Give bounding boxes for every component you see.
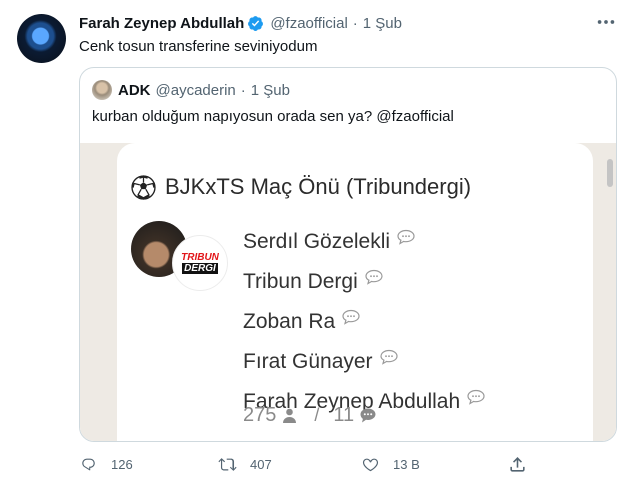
reply-icon bbox=[82, 458, 95, 471]
participant-row: Fırat Günayer bbox=[243, 342, 486, 382]
retweet-button[interactable]: 407 bbox=[218, 455, 272, 474]
author-display-name[interactable]: Farah Zeynep Abdullah bbox=[79, 15, 244, 32]
listener-count: 275 bbox=[243, 404, 277, 426]
retweet-count: 407 bbox=[250, 457, 272, 472]
participant-name: Serdıl Gözelekli bbox=[243, 230, 391, 253]
tweet-header: Farah Zeynep Abdullah @fzaofficial · 1 Ş… bbox=[79, 13, 402, 33]
person-icon bbox=[283, 408, 297, 423]
stats-separator: / bbox=[314, 405, 320, 425]
like-count: 13 B bbox=[393, 457, 420, 472]
scrollbar-thumb[interactable] bbox=[607, 159, 613, 187]
speech-bubble-icon bbox=[379, 349, 398, 365]
like-button[interactable]: 13 B bbox=[361, 455, 420, 474]
logo-text-line1: TRIBUN bbox=[181, 251, 219, 263]
more-options-icon[interactable] bbox=[595, 11, 617, 33]
tribun-dergi-logo: TRIBUN DERGI bbox=[172, 235, 228, 291]
participant-name: Tribun Dergi bbox=[243, 270, 358, 293]
quoted-media-image[interactable]: BJKxTS Maç Önü (Tribundergi) TRIBUN DERG… bbox=[80, 143, 616, 441]
quoted-tweet-text: kurban olduğum napıyosun orada sen ya? @… bbox=[92, 108, 454, 125]
participant-row: Zoban Ra bbox=[243, 302, 486, 342]
tweet-timestamp[interactable]: 1 Şub bbox=[363, 15, 402, 32]
soccer-ball-icon bbox=[131, 174, 156, 200]
space-title: BJKxTS Maç Önü (Tribundergi) bbox=[131, 174, 471, 200]
space-card: BJKxTS Maç Önü (Tribundergi) TRIBUN DERG… bbox=[117, 143, 593, 441]
space-title-text: BJKxTS Maç Önü (Tribundergi) bbox=[165, 174, 472, 199]
quoted-tweet[interactable]: ADK @aycaderin · 1 Şub kurban olduğum na… bbox=[79, 67, 617, 442]
speech-bubble-icon bbox=[467, 389, 485, 405]
space-stats: 275 / 11 bbox=[243, 404, 377, 427]
quoted-author-avatar bbox=[92, 80, 112, 100]
speech-bubble-icon bbox=[365, 269, 383, 285]
header-separator: · bbox=[352, 14, 358, 32]
heart-icon bbox=[362, 458, 379, 472]
quoted-header-separator: · bbox=[240, 81, 246, 99]
quoted-tweet-header: ADK @aycaderin · 1 Şub bbox=[92, 80, 290, 100]
reply-count: 126 bbox=[111, 457, 133, 472]
logo-text-line2: DERGI bbox=[182, 262, 218, 274]
share-icon bbox=[510, 457, 525, 472]
quoted-timestamp: 1 Şub bbox=[250, 81, 290, 99]
reply-button[interactable]: 126 bbox=[79, 455, 133, 474]
quoted-author-handle: @aycaderin bbox=[155, 81, 236, 99]
tweet-actions: 126 407 13 B bbox=[79, 455, 539, 475]
participant-row: Tribun Dergi bbox=[243, 262, 486, 302]
participant-list: Serdıl Gözelekli Tribun Dergi Zoban Ra F… bbox=[243, 222, 486, 422]
quoted-author-display-name: ADK bbox=[118, 81, 151, 99]
speech-bubble-icon bbox=[397, 229, 415, 245]
comment-bubble-icon bbox=[360, 408, 376, 423]
author-avatar[interactable] bbox=[17, 14, 66, 63]
participant-name: Fırat Günayer bbox=[243, 350, 373, 373]
retweet-icon bbox=[218, 458, 237, 471]
participant-name: Zoban Ra bbox=[243, 310, 336, 333]
tweet-text: Cenk tosun transferine seviniyodum bbox=[79, 38, 318, 55]
share-button[interactable] bbox=[508, 455, 540, 474]
verified-badge-icon bbox=[248, 15, 264, 31]
comment-count: 11 bbox=[333, 404, 355, 426]
speech-bubble-icon bbox=[342, 309, 360, 325]
author-handle[interactable]: @fzaofficial bbox=[270, 15, 347, 32]
participant-row: Serdıl Gözelekli bbox=[243, 222, 486, 262]
